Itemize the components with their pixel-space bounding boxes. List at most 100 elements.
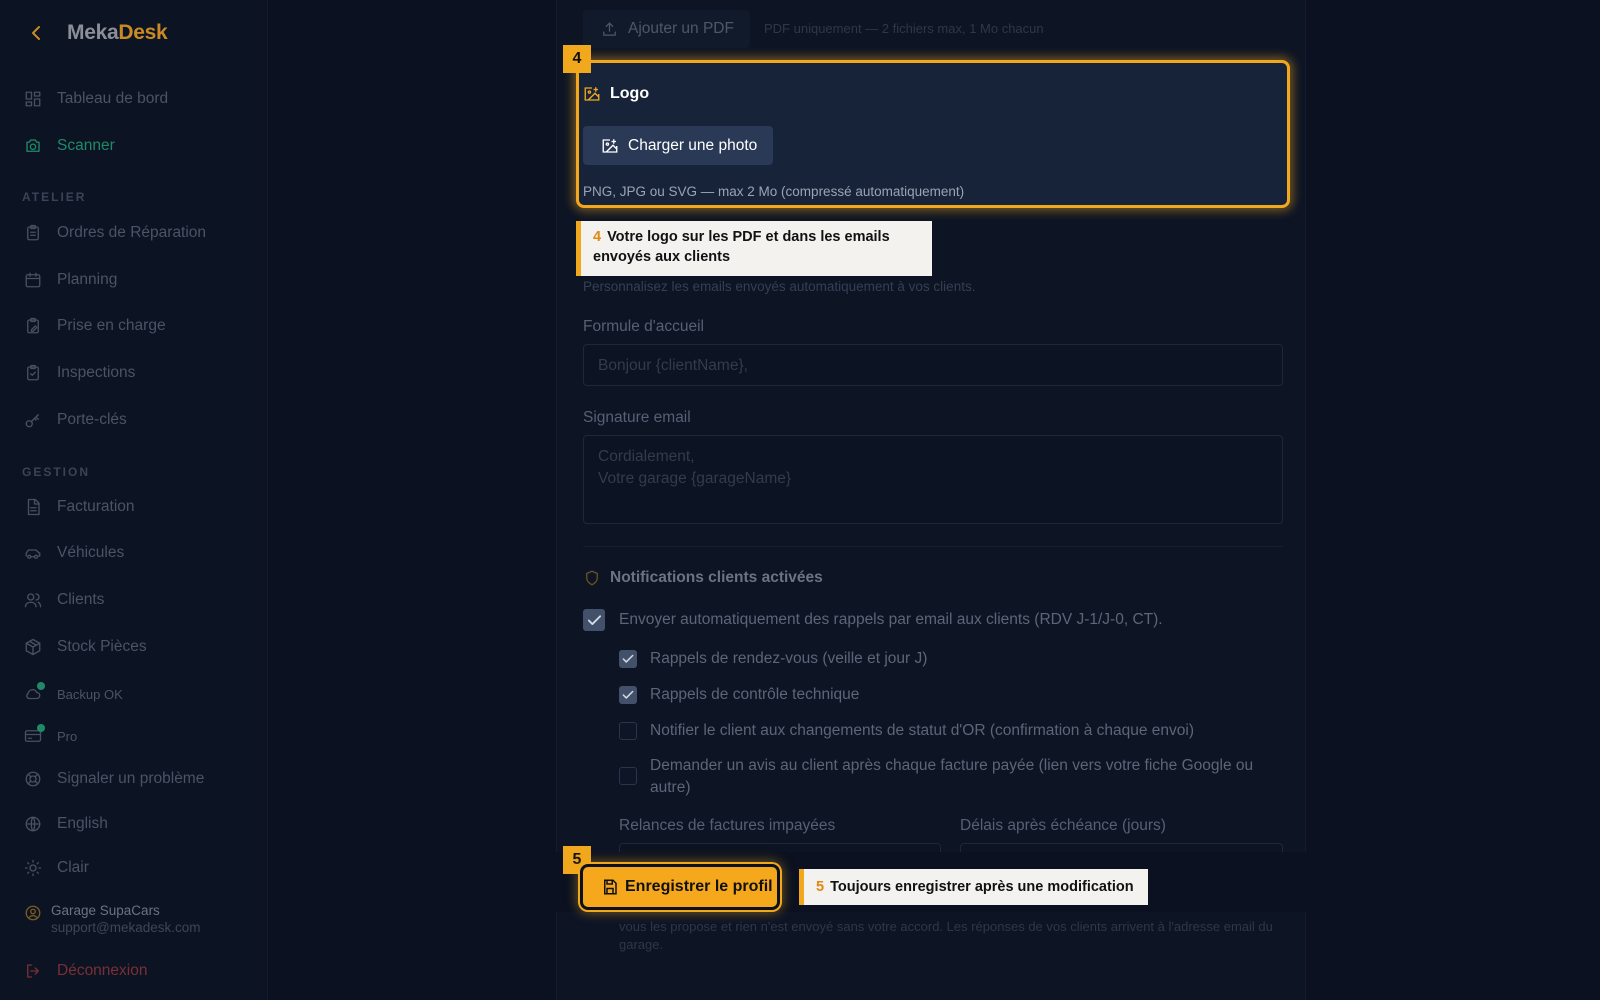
sidebar-item-label: Prise en charge (57, 317, 166, 334)
sidebar-item-label: Signaler un problème (57, 770, 205, 787)
sidebar-item-report-problem[interactable]: Signaler un problème (24, 766, 204, 792)
checkbox-checked[interactable] (583, 609, 605, 631)
app-logo[interactable]: MekaDesk (67, 21, 168, 45)
signature-label: Signature email (583, 409, 691, 426)
checkbox-checked[interactable] (619, 686, 637, 704)
logout-label: Déconnexion (57, 962, 148, 979)
sidebar-item-inspections[interactable]: Inspections (24, 360, 135, 386)
user-name: Garage SupaCars (51, 903, 160, 918)
checkbox-unchecked[interactable] (619, 722, 637, 740)
document-icon (24, 498, 42, 516)
sidebar-item-intake[interactable]: Prise en charge (24, 313, 166, 339)
clipboard-icon (24, 224, 42, 242)
checkbox-unchecked[interactable] (619, 767, 637, 785)
greeting-label: Formule d'accueil (583, 318, 704, 335)
image-plus-icon (584, 87, 600, 101)
step-badge-4: 4 (563, 45, 591, 73)
sidebar-item-plan-pro[interactable]: Pro (24, 723, 77, 749)
option-appointment-reminders[interactable]: Rappels de rendez-vous (veille et jour J… (619, 648, 927, 670)
user-circle-icon (24, 904, 42, 922)
check-icon (587, 614, 601, 625)
unpaid-invoices-label: Relances de factures impayées (619, 817, 836, 834)
notifications-title: Notifications clients activées (583, 569, 823, 587)
sidebar-item-keychains[interactable]: Porte-clés (24, 407, 127, 433)
credit-card-icon (24, 724, 45, 745)
sidebar-item-theme[interactable]: Clair (24, 855, 89, 881)
sidebar-item-label: English (57, 815, 108, 832)
option-review-request[interactable]: Demander un avis au client après chaque … (619, 755, 1269, 799)
sidebar-item-label: Pro (57, 728, 78, 744)
dashboard-icon (24, 90, 42, 108)
option-status-change-notifications[interactable]: Notifier le client aux changements de st… (619, 720, 1194, 742)
key-icon (24, 411, 42, 429)
sidebar-item-label: Inspections (57, 364, 136, 381)
sidebar-item-dashboard[interactable]: Tableau de bord (24, 86, 168, 112)
image-plus-icon (602, 138, 618, 153)
tooltip-number: 5 (816, 879, 825, 895)
section-label-atelier: ATELIER (22, 190, 87, 204)
sidebar-item-parts-stock[interactable]: Stock Pièces (24, 634, 147, 660)
sidebar-item-label: Scanner (57, 137, 115, 154)
tooltip-step-5: 5 Toujours enregistrer après une modifica… (799, 869, 1148, 905)
camera-icon (24, 137, 42, 155)
status-dot (37, 724, 45, 732)
user-email: support@mekadesk.com (51, 920, 201, 935)
signature-textarea[interactable]: Cordialement, Votre garage {garageName} (583, 435, 1283, 524)
sidebar-item-backup-status[interactable]: Backup OK (24, 681, 123, 707)
tooltip-number: 4 (593, 229, 602, 245)
sidebar-item-language[interactable]: English (24, 811, 108, 837)
tooltip-text: Votre logo sur les PDF et dans les email… (593, 229, 890, 265)
section-label-gestion: GESTION (22, 465, 91, 479)
delay-days-label: Délais après échéance (jours) (960, 817, 1166, 834)
save-profile-button[interactable]: Enregistrer le profil (583, 867, 777, 907)
logout-button[interactable]: Déconnexion (24, 958, 147, 984)
auto-reminders-checkbox-row[interactable]: Envoyer automatiquement des rappels par … (583, 609, 1163, 631)
sidebar-item-billing[interactable]: Facturation (24, 494, 135, 520)
option-technical-control-reminders[interactable]: Rappels de contrôle technique (619, 684, 859, 706)
back-chevron-icon[interactable] (26, 20, 46, 46)
photo-hint: PNG, JPG ou SVG — max 2 Mo (compressé au… (583, 184, 965, 199)
calendar-icon (24, 271, 42, 289)
sidebar-item-label: Stock Pièces (57, 638, 147, 655)
sidebar: MekaDesk Tableau de bord Scanner ATELIER… (0, 0, 268, 1000)
greeting-input[interactable]: Bonjour {clientName}, (583, 344, 1283, 386)
tooltip-step-4: 4 Votre logo sur les PDF et dans les emai… (576, 221, 932, 276)
save-icon (604, 879, 617, 895)
checkbox-checked[interactable] (619, 650, 637, 668)
tooltip-text: Toujours enregistrer après une modificat… (830, 879, 1134, 895)
sidebar-item-label: Ordres de Réparation (57, 224, 207, 241)
sidebar-item-label: Clients (57, 591, 105, 608)
add-pdf-button[interactable]: Ajouter un PDF (583, 10, 750, 48)
sidebar-item-label: Backup OK (57, 686, 123, 702)
privacy-footnote: vous les propose et rien n'est envoyé sa… (619, 919, 1273, 952)
upload-icon (603, 21, 616, 36)
package-icon (24, 638, 42, 656)
section-divider (583, 546, 1283, 547)
sidebar-item-scanner[interactable]: Scanner (24, 133, 115, 159)
check-icon (622, 654, 634, 663)
sidebar-item-label: Clair (57, 859, 89, 876)
sidebar-item-label: Porte-clés (57, 411, 127, 428)
brand-header: MekaDesk (26, 20, 168, 46)
sidebar-item-label: Facturation (57, 498, 135, 515)
users-icon (24, 591, 42, 609)
sidebar-item-label: Tableau de bord (57, 90, 169, 107)
sidebar-item-clients[interactable]: Clients (24, 587, 104, 613)
globe-icon (24, 815, 42, 833)
lifebuoy-icon (24, 770, 42, 788)
logo-section-title: Logo (583, 85, 649, 103)
shield-icon (586, 570, 598, 586)
cloud-icon (24, 682, 45, 703)
car-icon (24, 544, 42, 562)
sidebar-item-planning[interactable]: Planning (24, 267, 117, 293)
clipboard-check-icon (24, 364, 42, 382)
sidebar-item-repair-orders[interactable]: Ordres de Réparation (24, 220, 206, 246)
pdf-hint: PDF uniquement — 2 fichiers max, 1 Mo ch… (764, 21, 1044, 36)
sidebar-item-label: Planning (57, 271, 118, 288)
status-dot (37, 682, 45, 690)
email-personalization-hint: Personnalisez les emails envoyés automat… (583, 279, 976, 294)
user-profile[interactable]: Garage SupaCars support@mekadesk.com (24, 902, 201, 936)
check-icon (622, 690, 634, 699)
sidebar-item-vehicles[interactable]: Véhicules (24, 540, 124, 566)
upload-photo-button[interactable]: Charger une photo (583, 126, 773, 165)
